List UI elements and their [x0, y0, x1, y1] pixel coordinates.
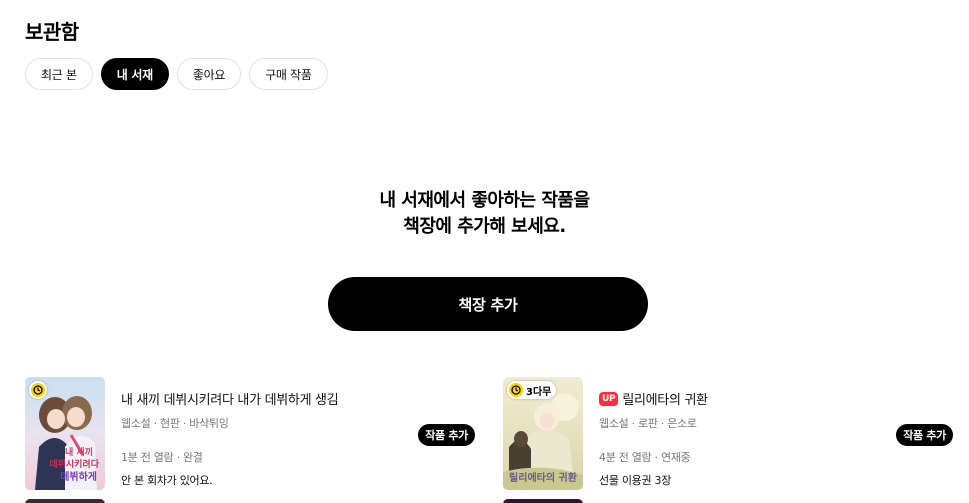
clock-icon	[31, 383, 45, 397]
page-title: 보관함	[25, 20, 79, 44]
clock-icon	[509, 383, 523, 397]
tab-purchased[interactable]: 구매 작품	[249, 58, 328, 90]
book-item[interactable]: 릴리에타의 귀환 3다무 UP 릴리에타의 귀환 웹소설 · 로판 · 은소로 …	[503, 377, 953, 491]
tab-likes[interactable]: 좋아요	[176, 58, 242, 90]
book-title-text: 릴리에타의 귀환	[622, 393, 708, 408]
book-read-status: 4분 전 열람 · 연재중	[599, 451, 691, 464]
next-book-cover-peek	[25, 499, 105, 503]
tab-recent[interactable]: 최근 본	[25, 58, 93, 90]
book-title[interactable]: 내 새끼 데뷔시키려다 내가 데뷔하게 생김	[121, 389, 475, 408]
svg-text:데뷔하게: 데뷔하게	[60, 470, 97, 483]
wait-free-badge	[29, 381, 47, 399]
tab-my-library[interactable]: 내 서재	[100, 58, 169, 90]
book-extra-info: 안 본 회차가 있어요.	[121, 474, 213, 487]
next-book-cover-peek	[503, 499, 583, 503]
wait-free-label: 3다무	[526, 386, 552, 398]
book-cover[interactable]: 릴리에타의 귀환 3다무	[503, 377, 583, 490]
add-shelf-button[interactable]: 책장 추가	[328, 277, 648, 331]
book-item[interactable]: 내 새끼 데뷔시키려다 데뷔하게 내 새끼 데뷔시키려다 내가 데뷔하게 생김 …	[25, 377, 475, 491]
book-title[interactable]: UP 릴리에타의 귀환	[599, 389, 953, 408]
up-badge: UP	[599, 391, 619, 406]
wait-free-badge: 3다무	[507, 381, 557, 399]
empty-message: 내 서재에서 좋아하는 작품을 책장에 추가해 보세요.	[0, 188, 969, 240]
add-work-button[interactable]: 작품 추가	[896, 424, 953, 446]
svg-text:데뷔시키려다: 데뷔시키려다	[49, 458, 99, 470]
book-read-status: 1분 전 열람 · 완결	[121, 451, 203, 464]
empty-message-line1: 내 서재에서 좋아하는 작품을	[379, 190, 590, 211]
book-cover[interactable]: 내 새끼 데뷔시키려다 데뷔하게	[25, 377, 105, 490]
svg-text:릴리에타의 귀환: 릴리에타의 귀환	[509, 471, 578, 484]
add-work-button[interactable]: 작품 추가	[418, 424, 475, 446]
svg-text:내 새끼: 내 새끼	[65, 446, 93, 458]
empty-message-line2: 책장에 추가해 보세요.	[403, 216, 566, 237]
library-tabs: 최근 본 내 서재 좋아요 구매 작품	[25, 58, 328, 90]
book-extra-info: 선물 이용권 3장	[599, 474, 672, 487]
book-title-text: 내 새끼 데뷔시키려다 내가 데뷔하게 생김	[121, 393, 339, 408]
